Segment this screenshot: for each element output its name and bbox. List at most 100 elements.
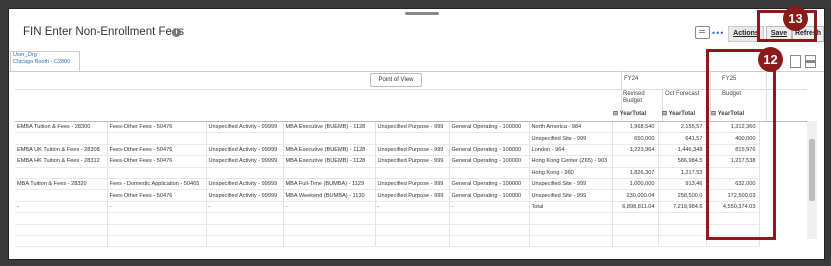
dimension-cell — [449, 132, 530, 145]
page-title: FIN Enter Non-Enrollment Fees — [23, 26, 185, 38]
table-row: Fees-Other Fees - 50476 Unspecified Activ… — [15, 189, 760, 202]
step-12-badge: 12 — [758, 47, 783, 72]
value-cell[interactable] — [612, 235, 659, 248]
layout-icon[interactable] — [805, 55, 816, 68]
value-cell[interactable]: 2,155,57 — [658, 122, 707, 134]
dimension-cell — [449, 212, 530, 225]
drag-handle[interactable] — [405, 12, 439, 15]
value-cell[interactable] — [658, 224, 707, 236]
dimension-cell: Unspecified Activity - 99999 — [206, 178, 284, 191]
dimension-cell: Unspecified Activity - 99999 — [206, 189, 284, 202]
value-cell[interactable]: 1,968,540 — [612, 122, 659, 134]
value-cell[interactable]: 6,898,811.04 — [612, 201, 659, 214]
data-grid: EMBA Tuition & Fees - 28300 Fees-Other Fe… — [15, 122, 760, 248]
dimension-cell: Fees-Other Fees - 50476 — [107, 122, 207, 134]
value-cell[interactable] — [612, 224, 659, 236]
dimension-cell: Unspecified Purpose - 999 — [375, 155, 450, 168]
dimension-cell — [283, 235, 376, 248]
document-icon[interactable] — [790, 55, 801, 68]
dimension-cell — [375, 235, 450, 248]
dimension-cell — [283, 132, 376, 145]
dimension-cell — [15, 132, 108, 145]
value-cell[interactable] — [612, 155, 659, 168]
value-cell[interactable]: 586,984.5 — [658, 155, 707, 168]
dimension-cell: MBA Executive (BUEMB) - 1128 — [283, 144, 376, 157]
step-13-badge: 13 — [783, 6, 808, 31]
dimension-cell: EMBA HK Tuition & Fees - 28312 — [15, 155, 108, 168]
dimension-cell — [449, 235, 530, 248]
dimension-cell — [15, 212, 108, 225]
dimension-cell: MBA Weekend (BUMBA) - 1130 — [283, 189, 376, 202]
table-row: Hong Kong - 960 1,826,307 1,217,53 — [15, 167, 760, 179]
tab-dimension-label: User_Org — [13, 52, 37, 58]
table-row — [15, 212, 760, 225]
collapse-icon[interactable]: ⊟ — [613, 111, 620, 117]
value-cell[interactable]: 1,826,307 — [612, 167, 659, 179]
dimension-cell: MBA Executive (BUEMB) - 1128 — [283, 122, 376, 134]
value-cell[interactable]: 913,46 — [658, 178, 707, 191]
value-cell[interactable] — [658, 212, 707, 225]
dimension-cell — [206, 212, 284, 225]
dimension-cell: Unspecified Purpose - 999 — [375, 122, 450, 134]
dimension-cell — [283, 167, 376, 179]
dimension-cell — [15, 167, 108, 179]
table-row: EMBA HK Tuition & Fees - 28312 Fees-Other… — [15, 155, 760, 168]
dimension-cell: MBA Full-Time (BUMBA) - 1129 — [283, 178, 376, 191]
dimension-cell: - — [107, 201, 207, 214]
value-cell[interactable]: 650,000 — [612, 132, 659, 145]
dimension-cell — [107, 212, 207, 225]
table-row — [15, 224, 760, 236]
dimension-cell — [206, 132, 284, 145]
dimension-cell — [15, 189, 108, 202]
dimension-cell: MBA Tuition & Fees - 28320 — [15, 178, 108, 191]
point-of-view-button[interactable]: Point of View — [370, 73, 422, 87]
value-cell[interactable]: 1,223,964 — [612, 144, 659, 157]
collapse-icon[interactable]: ⊟ — [662, 111, 669, 117]
dimension-cell — [283, 212, 376, 225]
dimension-cell: Unspecified Site - 999 — [529, 189, 613, 202]
vertical-scrollbar-thumb[interactable] — [809, 139, 815, 201]
dimension-cell: Unspecified Activity - 99999 — [206, 122, 284, 134]
dimension-cell: General Operating - 100000 — [449, 178, 530, 191]
dimension-cell: London - 964 — [529, 144, 613, 157]
table-row: MBA Tuition & Fees - 28320 Fees - Domesti… — [15, 178, 760, 191]
dimension-cell: Total — [529, 201, 613, 214]
dimension-cell — [107, 235, 207, 248]
table-row: - - - - - - Total 6,898,811.04 7,219,984.6 4,550,… — [15, 201, 760, 214]
dimension-cell — [283, 224, 376, 236]
dimension-cell — [15, 235, 108, 248]
value-cell[interactable]: 258,500.0 — [658, 189, 707, 202]
value-cell[interactable]: 1,446,348 — [658, 144, 707, 157]
pov-tabstrip: User_Org Chicago Booth - C2800 — [9, 49, 824, 72]
fy24-header: FY24 — [624, 76, 639, 82]
dimension-cell: Hong Kong Center (Z65) - 903 — [529, 155, 613, 168]
dimension-cell — [206, 235, 284, 248]
dimension-cell: General Operating - 100000 — [449, 189, 530, 202]
form-panel: FIN Enter Non-Enrollment Fees i ••• Acti… — [8, 8, 825, 260]
dimension-cell: North America - 984 — [529, 122, 613, 134]
value-cell[interactable] — [612, 212, 659, 225]
table-row: EMBA UK Tuition & Fees - 28308 Fees-Other… — [15, 144, 760, 157]
value-cell[interactable]: 641,57 — [658, 132, 707, 145]
dimension-cell: EMBA Tuition & Fees - 28300 — [15, 122, 108, 134]
dimension-cell: Unspecified Purpose - 999 — [375, 189, 450, 202]
value-cell[interactable]: 230,000.04 — [612, 189, 659, 202]
value-cell[interactable]: 7,219,984.6 — [658, 201, 707, 214]
revised-budget-header-line1: Revised — [623, 91, 645, 97]
yeartotal-header-revised[interactable]: ⊟ YearTotal — [613, 111, 646, 118]
yeartotal-header-forecast[interactable]: ⊟ YearTotal — [662, 111, 695, 118]
dimension-cell: MBA Executive (BUEMB) - 1128 — [283, 155, 376, 168]
more-options-icon[interactable]: ••• — [712, 28, 724, 38]
dimension-cell — [375, 212, 450, 225]
value-cell[interactable]: 1,000,000 — [612, 178, 659, 191]
dimension-cell: Fees-Other Fees - 50476 — [107, 155, 207, 168]
value-cell[interactable] — [658, 235, 707, 248]
oct-forecast-header: Oct Forecast — [665, 91, 700, 97]
instructions-icon[interactable] — [695, 26, 710, 39]
info-icon[interactable]: i — [172, 28, 181, 37]
budget-highlight-box — [706, 49, 776, 240]
value-cell[interactable]: 1,217,53 — [658, 167, 707, 179]
pov-tab-user-org[interactable]: User_Org Chicago Booth - C2800 — [10, 51, 80, 71]
dimension-cell — [107, 224, 207, 236]
dimension-cell — [529, 212, 613, 225]
